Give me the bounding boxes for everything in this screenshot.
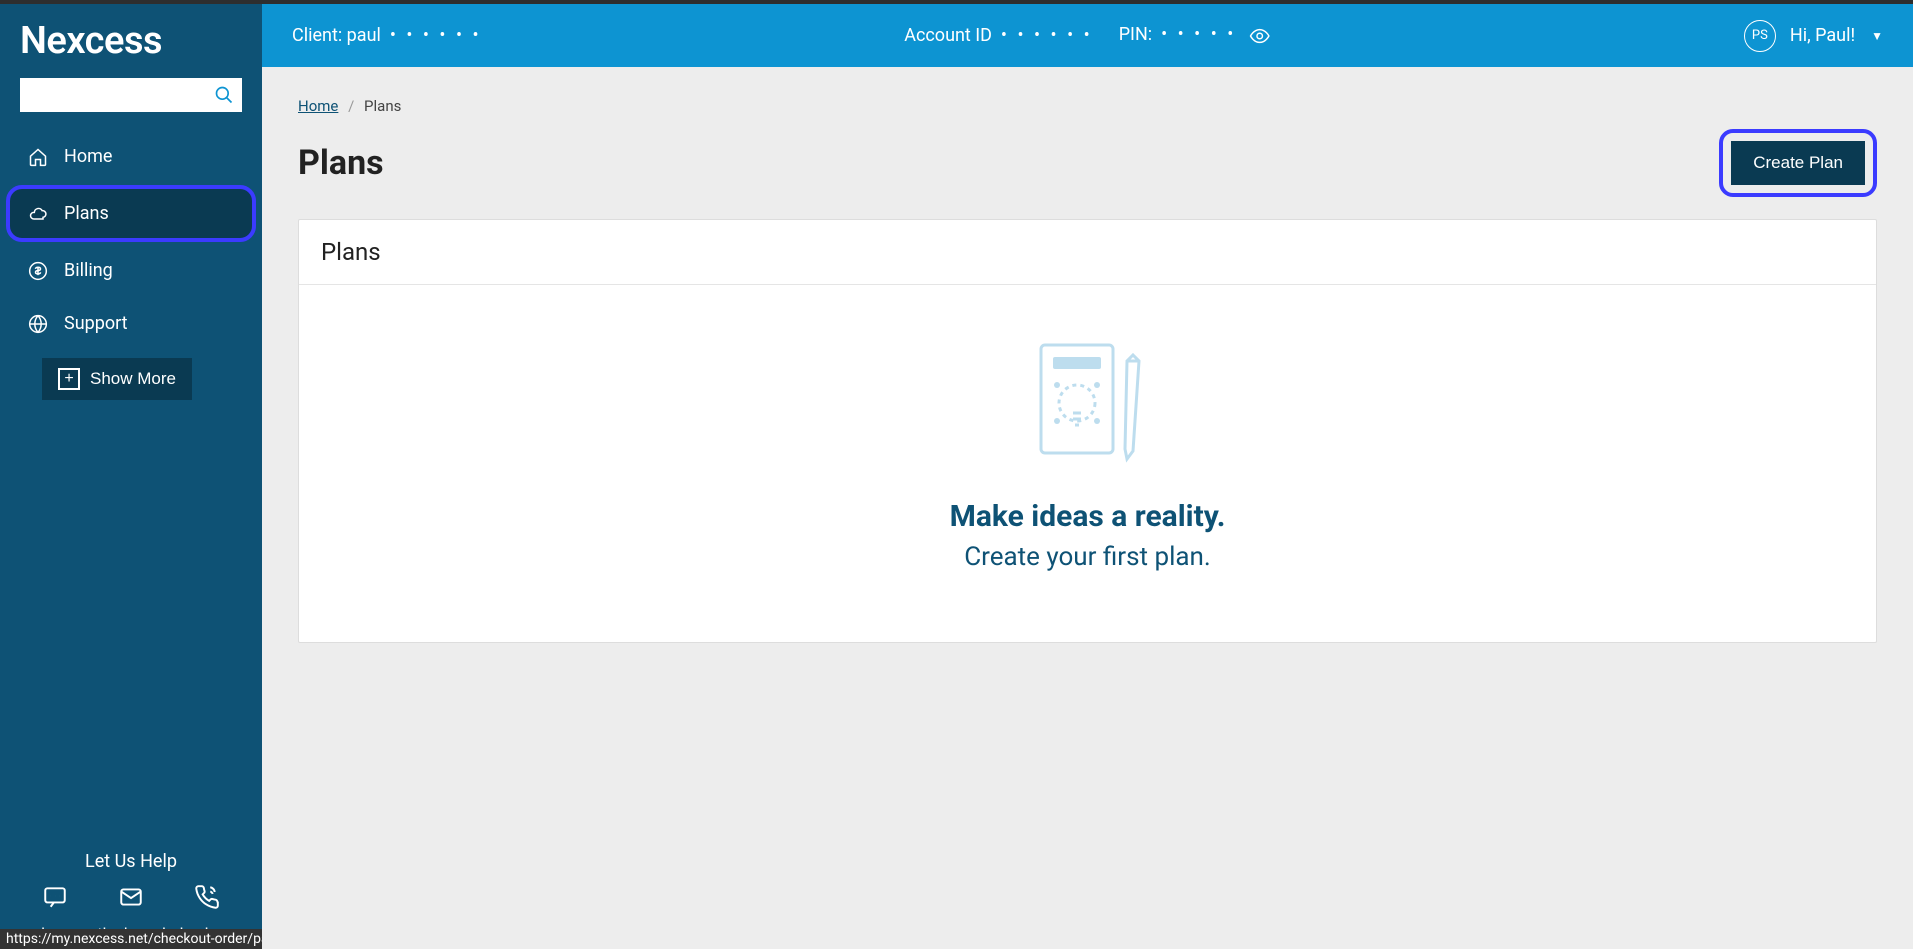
phone-icon[interactable] [194, 884, 220, 910]
cloud-icon [28, 204, 48, 224]
client-info: Client: paul • • • • • • [292, 25, 482, 46]
home-icon [28, 147, 48, 167]
create-plan-button[interactable]: Create Plan [1731, 141, 1865, 185]
sidebar-item-label: Plans [64, 203, 109, 224]
main-content: Home / Plans Plans Create Plan Plans Ma [262, 67, 1913, 949]
chevron-down-icon: ▼ [1871, 29, 1883, 43]
search-icon [214, 85, 234, 105]
breadcrumb-home[interactable]: Home [298, 97, 338, 115]
sidebar-item-label: Support [64, 313, 128, 334]
breadcrumb: Home / Plans [298, 97, 1877, 115]
sidebar-item-plans[interactable]: Plans [6, 185, 256, 242]
show-more-label: Show More [90, 369, 176, 389]
topbar: Client: paul • • • • • • Account ID • • … [262, 4, 1913, 67]
sidebar: Nexcess Home Plans Billing Support + Sho… [0, 4, 262, 949]
sidebar-item-label: Billing [64, 260, 113, 281]
chat-icon[interactable] [42, 884, 68, 910]
greeting: Hi, Paul! [1790, 25, 1855, 46]
sidebar-item-billing[interactable]: Billing [6, 246, 256, 295]
search-input[interactable] [28, 87, 214, 103]
search-box[interactable] [20, 78, 242, 112]
mail-icon[interactable] [118, 884, 144, 910]
show-more-button[interactable]: + Show More [42, 358, 192, 400]
logo: Nexcess [0, 4, 262, 73]
dollar-icon [28, 261, 48, 281]
eye-icon[interactable] [1249, 25, 1271, 47]
globe-icon [28, 314, 48, 334]
empty-state-subtitle: Create your first plan. [319, 542, 1856, 572]
sidebar-item-home[interactable]: Home [6, 132, 256, 181]
avatar: PS [1744, 20, 1776, 52]
create-plan-highlight: Create Plan [1719, 129, 1877, 197]
pin: PIN: • • • • • [1119, 24, 1271, 46]
sidebar-item-support[interactable]: Support [6, 299, 256, 348]
card-header: Plans [299, 220, 1876, 285]
plus-icon: + [58, 368, 80, 390]
empty-state-title: Make ideas a reality. [319, 499, 1856, 534]
client-mask: • • • • • • [390, 25, 482, 46]
user-menu[interactable]: PS Hi, Paul! ▼ [1744, 20, 1883, 52]
account-id: Account ID • • • • • • [904, 25, 1092, 46]
idea-illustration-icon [1023, 335, 1153, 465]
client-label: Client: paul [292, 25, 381, 46]
help-title: Let Us Help [10, 851, 252, 872]
plans-card: Plans Make ideas a reality. Create your … [298, 219, 1877, 643]
breadcrumb-current: Plans [364, 97, 401, 115]
page-title: Plans [298, 143, 384, 183]
sidebar-item-label: Home [64, 146, 112, 167]
